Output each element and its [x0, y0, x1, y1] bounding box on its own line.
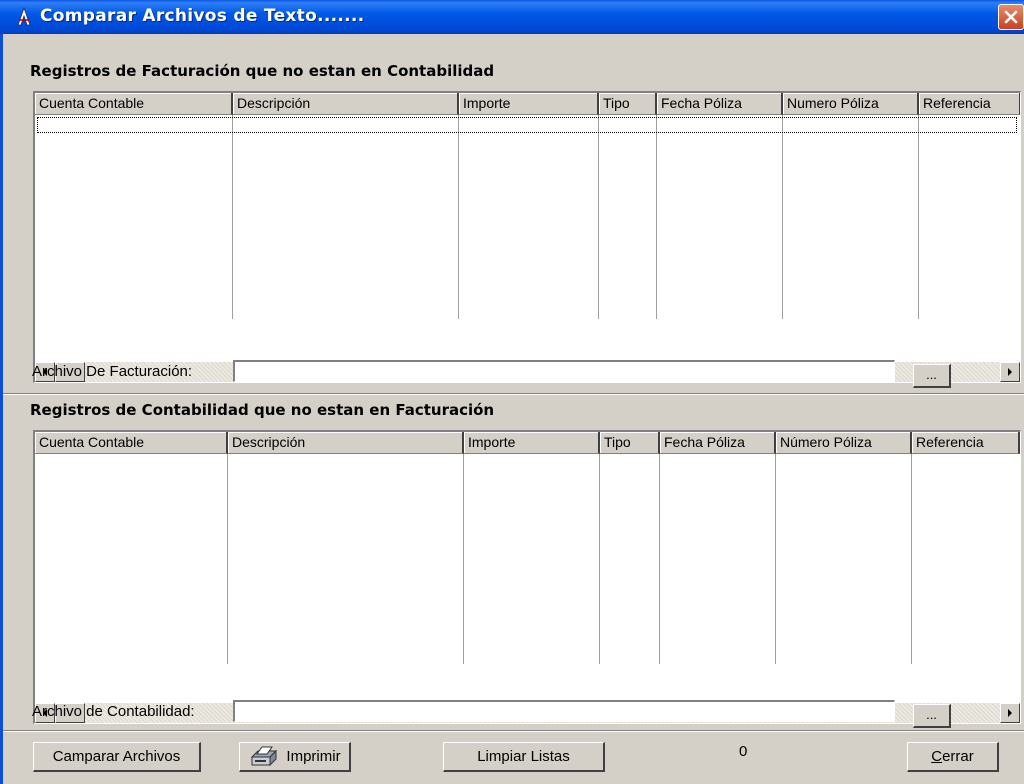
- billing-section-title: Registros de Facturación que no estan en…: [30, 62, 495, 80]
- section-separator: [3, 393, 1024, 395]
- accounting-file-label: Archivo de Contabilidad:: [32, 703, 195, 720]
- close-icon: [1004, 10, 1018, 24]
- billing-file-label: Archivo De Facturación:: [32, 363, 193, 380]
- billing-col-descripcion[interactable]: Descripción: [233, 93, 459, 115]
- close-label-mnemonic: C: [931, 748, 943, 765]
- clear-lists-button[interactable]: Limpiar Listas: [443, 742, 605, 772]
- scroll-right-button[interactable]: [1000, 362, 1020, 382]
- billing-file-input[interactable]: [233, 360, 895, 382]
- billing-grid[interactable]: Cuenta Contable Descripción Importe Tipo…: [33, 91, 1021, 383]
- billing-browse-button[interactable]: ...: [913, 364, 951, 388]
- column-divider: [659, 454, 660, 664]
- toolbar-separator: [3, 730, 1024, 732]
- window-title: Comparar Archivos de Texto.......: [40, 6, 365, 26]
- arrow-right-icon: [1008, 709, 1012, 717]
- accounting-col-cuenta[interactable]: Cuenta Contable: [35, 432, 228, 454]
- accounting-grid[interactable]: Cuenta Contable Descripción Importe Tipo…: [33, 430, 1021, 724]
- difference-count: 0: [739, 743, 748, 760]
- close-window-button[interactable]: [998, 4, 1024, 30]
- billing-col-referencia[interactable]: Referencia: [919, 93, 1020, 115]
- billing-col-numero[interactable]: Numero Póliza: [783, 93, 919, 115]
- column-divider: [227, 454, 228, 664]
- accounting-grid-header: Cuenta Contable Descripción Importe Tipo…: [35, 432, 1020, 454]
- column-divider: [918, 115, 919, 319]
- billing-col-cuenta[interactable]: Cuenta Contable: [35, 93, 233, 115]
- accounting-col-importe[interactable]: Importe: [464, 432, 600, 454]
- accounting-col-referencia[interactable]: Referencia: [912, 432, 1020, 454]
- accounting-col-fecha[interactable]: Fecha Póliza: [660, 432, 776, 454]
- billing-col-fecha[interactable]: Fecha Póliza: [657, 93, 783, 115]
- accounting-col-tipo[interactable]: Tipo: [600, 432, 660, 454]
- billing-grid-header: Cuenta Contable Descripción Importe Tipo…: [35, 93, 1020, 115]
- column-divider: [458, 115, 459, 319]
- compare-files-button[interactable]: Camparar Archivos: [33, 742, 201, 772]
- column-divider: [232, 115, 233, 319]
- close-label-rest: errar: [942, 748, 974, 765]
- scroll-right-button[interactable]: [1000, 703, 1020, 723]
- billing-col-importe[interactable]: Importe: [459, 93, 599, 115]
- column-divider: [775, 454, 776, 664]
- title-bar: Comparar Archivos de Texto.......: [0, 0, 1024, 34]
- printer-icon: [251, 746, 278, 766]
- print-button[interactable]: Imprimir: [239, 742, 351, 772]
- accounting-section-title: Registros de Contabilidad que no estan e…: [30, 401, 495, 419]
- column-divider: [599, 454, 600, 664]
- accounting-browse-button[interactable]: ...: [913, 704, 951, 728]
- column-divider: [598, 115, 599, 319]
- dialog-body: Registros de Facturación que no estan en…: [0, 34, 1024, 784]
- accounting-col-numero[interactable]: Número Póliza: [776, 432, 912, 454]
- arrow-right-icon: [1008, 368, 1012, 376]
- column-divider: [463, 454, 464, 664]
- column-divider: [782, 115, 783, 319]
- app-icon: [17, 7, 31, 26]
- accounting-file-input[interactable]: [233, 700, 895, 722]
- print-label: Imprimir: [286, 748, 341, 765]
- column-divider: [911, 454, 912, 664]
- billing-col-tipo[interactable]: Tipo: [599, 93, 657, 115]
- close-button[interactable]: Cerrar: [907, 742, 999, 772]
- accounting-col-descripcion[interactable]: Descripción: [228, 432, 464, 454]
- column-divider: [656, 115, 657, 319]
- focused-empty-row[interactable]: [37, 117, 1017, 133]
